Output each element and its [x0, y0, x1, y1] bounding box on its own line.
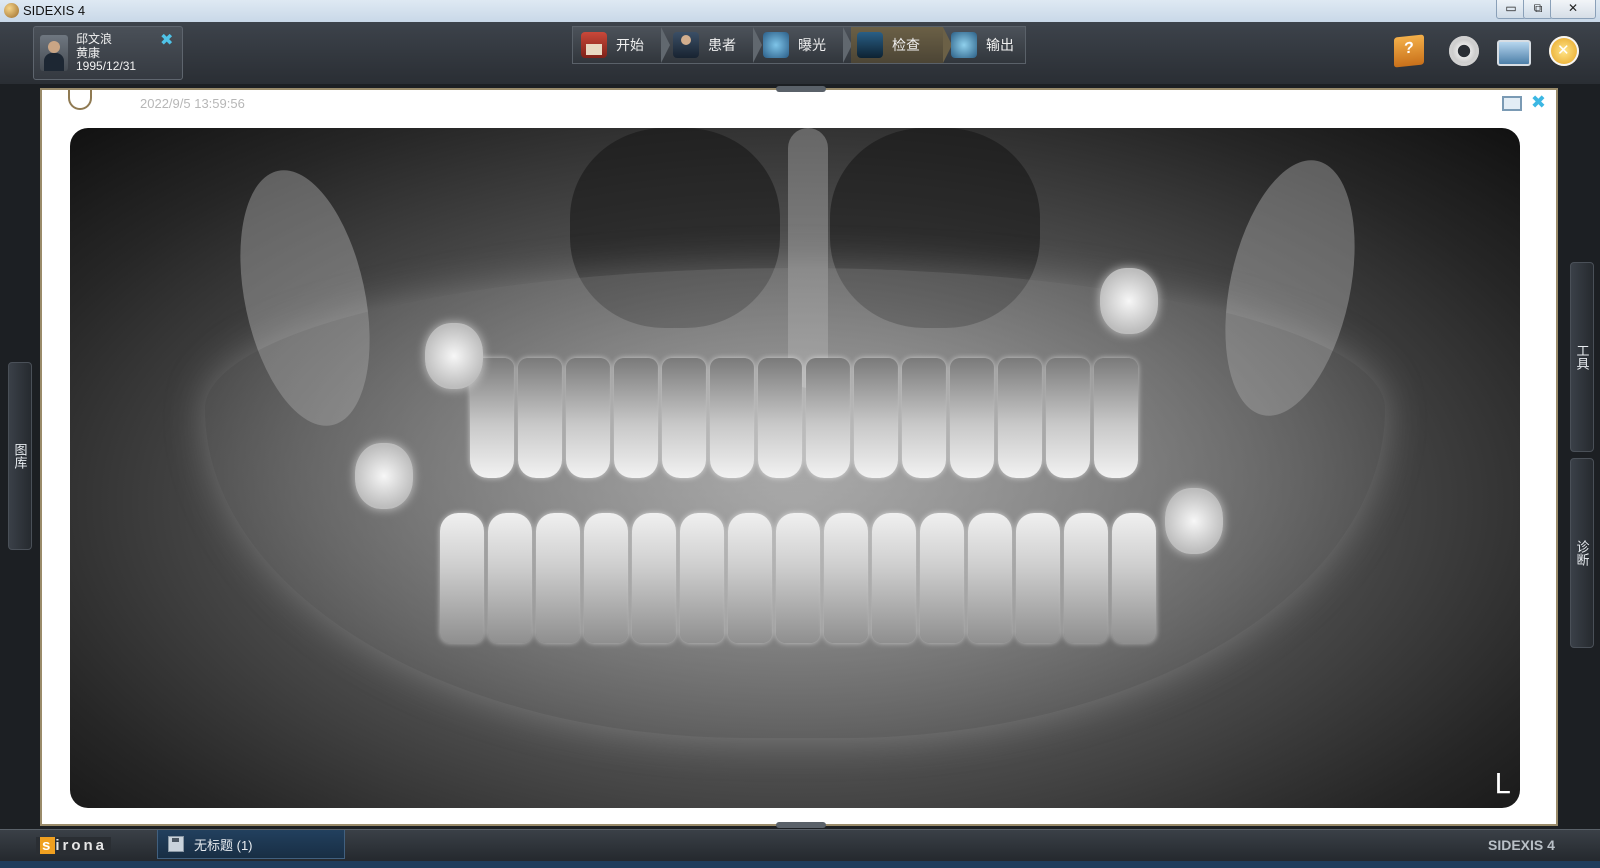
viewer-hook-mark [68, 90, 92, 110]
image-timestamp: 2022/9/5 13:59:56 [140, 96, 245, 111]
image-viewer[interactable]: 2022/9/5 13:59:56 ✖ L [40, 86, 1558, 828]
orientation-label: L [1494, 767, 1510, 800]
product-brand: SIDEXIS 4 [1488, 837, 1555, 853]
nav-start-label: 开始 [616, 37, 644, 53]
document-tab-label: 无标题 (1) [194, 837, 253, 853]
nav-exam-label: 检查 [892, 37, 920, 53]
nav-expose[interactable]: 曝光 [763, 27, 843, 63]
document-tab[interactable]: 无标题 (1) [157, 830, 345, 859]
lower-teeth-row [440, 513, 1156, 643]
nav-patient[interactable]: 患者 [673, 27, 753, 63]
output-icon [951, 32, 977, 58]
tools-side-tab[interactable]: 工具 [1570, 262, 1594, 452]
save-disk-icon[interactable] [168, 836, 184, 852]
patient-card[interactable]: 邱文浪 黄康 1995/12/31 ✖ [33, 26, 183, 80]
exit-icon[interactable] [1549, 36, 1579, 66]
minimize-button[interactable]: ▭ [1496, 0, 1526, 19]
upper-teeth-row [470, 358, 1138, 478]
restore-icon[interactable] [1502, 96, 1522, 111]
wisdom-tooth-lower-right [355, 443, 413, 509]
viewer-resize-grip-top[interactable] [776, 86, 826, 92]
wisdom-tooth-upper-left [1100, 268, 1158, 334]
app-icon [4, 3, 19, 18]
home-icon [581, 32, 607, 58]
settings-gear-icon[interactable] [1449, 36, 1479, 66]
workflow-nav: 开始 患者 曝光 检查 输出 [572, 26, 1026, 64]
patient-icon [673, 32, 699, 58]
main-toolbar: 邱文浪 黄康 1995/12/31 ✖ 开始 患者 曝光 检查 输出 [0, 22, 1600, 85]
nav-output[interactable]: 输出 [951, 27, 1025, 63]
nav-start[interactable]: 开始 [581, 27, 661, 63]
monitor-icon[interactable] [1497, 40, 1531, 66]
exam-icon [857, 32, 883, 58]
nav-expose-label: 曝光 [798, 37, 826, 53]
maximize-button[interactable]: ⧉ [1523, 0, 1553, 19]
window-title: SIDEXIS 4 [23, 3, 86, 18]
os-taskbar [0, 861, 1600, 868]
close-patient-icon[interactable]: ✖ [160, 30, 173, 50]
sirona-logo: s irona [36, 837, 112, 855]
panoramic-xray-image[interactable]: L [70, 128, 1520, 808]
diagnosis-side-tab[interactable]: 诊断 [1570, 458, 1594, 648]
close-window-button[interactable]: ✕ [1550, 0, 1596, 19]
nav-patient-label: 患者 [708, 37, 736, 53]
gallery-side-tab[interactable]: 图库 [8, 362, 32, 550]
help-book-icon[interactable] [1394, 34, 1424, 68]
patient-birthdate: 1995/12/31 [76, 59, 137, 73]
nav-output-label: 输出 [986, 37, 1014, 53]
nav-exam[interactable]: 检查 [851, 27, 943, 63]
window-titlebar: SIDEXIS 4 ▭ ⧉ ✕ [0, 0, 1600, 22]
status-bar: s irona 无标题 (1) SIDEXIS 4 [0, 829, 1600, 862]
patient-avatar [40, 35, 68, 71]
wisdom-tooth-lower-left [1165, 488, 1223, 554]
wisdom-tooth-upper-right [425, 323, 483, 389]
viewer-resize-grip-bottom[interactable] [776, 822, 826, 828]
expose-icon [763, 32, 789, 58]
close-viewer-icon[interactable]: ✖ [1531, 92, 1546, 113]
